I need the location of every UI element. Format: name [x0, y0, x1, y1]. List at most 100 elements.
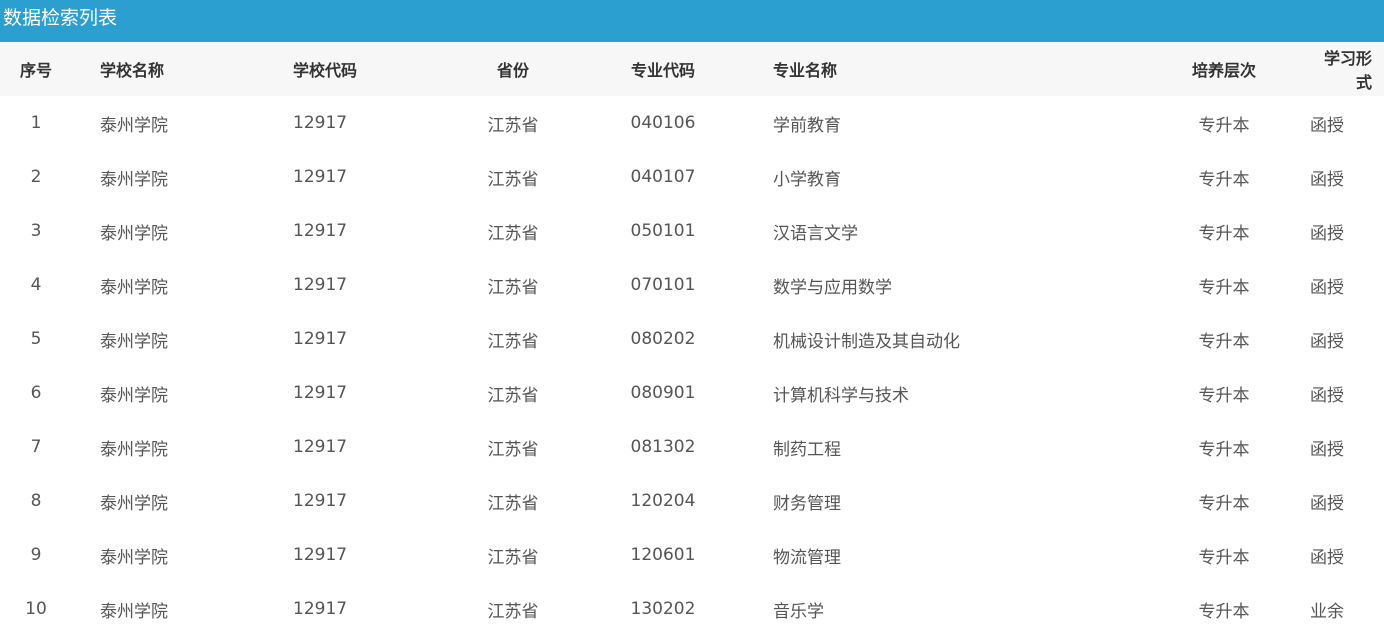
cell-study-form: 函授 [1310, 439, 1344, 460]
column-header-school-name: 学校名称 [100, 61, 165, 80]
cell-major-name: 制药工程 [773, 439, 841, 460]
cell-school-code: 12917 [293, 383, 348, 403]
cell-school-name: 泰州学院 [100, 277, 168, 298]
results-panel: 数据检索列表 序号 学校名称 学校代码 省份 专业代码 专业名称 培养层次 学习… [0, 0, 1384, 636]
column-header-study-form: 学习形式 [1323, 49, 1372, 92]
cell-major-code: 070101 [630, 275, 696, 295]
cell-level: 专升本 [1198, 385, 1250, 406]
table-header-row: 序号 学校名称 学校代码 省份 专业代码 专业名称 培养层次 学习形式 [0, 42, 1384, 96]
cell-major-code: 081302 [630, 437, 696, 457]
cell-study-form: 函授 [1310, 223, 1344, 244]
cell-major-code: 120601 [630, 545, 696, 565]
cell-study-form: 函授 [1310, 385, 1344, 406]
column-header-major-name: 专业名称 [773, 61, 838, 80]
cell-level: 专升本 [1198, 439, 1250, 460]
cell-school-name: 泰州学院 [100, 439, 168, 460]
cell-study-form: 函授 [1310, 493, 1344, 514]
column-header-seq: 序号 [19, 61, 52, 80]
table-row: 4 泰州学院 12917 江苏省 070101 数学与应用数学 专升本 函授 [0, 258, 1384, 312]
cell-province: 江苏省 [487, 601, 539, 622]
cell-study-form: 业余 [1310, 601, 1344, 622]
cell-level: 专升本 [1198, 331, 1250, 352]
cell-school-code: 12917 [293, 221, 348, 241]
cell-school-name: 泰州学院 [100, 331, 168, 352]
cell-seq: 3 [30, 221, 42, 241]
cell-province: 江苏省 [487, 331, 539, 352]
column-header-province: 省份 [496, 61, 529, 80]
cell-major-code: 080202 [630, 329, 696, 349]
cell-major-name: 财务管理 [773, 493, 841, 514]
table-row: 2 泰州学院 12917 江苏省 040107 小学教育 专升本 函授 [0, 150, 1384, 204]
cell-school-code: 12917 [293, 113, 348, 133]
cell-school-name: 泰州学院 [100, 601, 168, 622]
cell-study-form: 函授 [1310, 115, 1344, 136]
cell-school-code: 12917 [293, 491, 348, 511]
table-row: 8 泰州学院 12917 江苏省 120204 财务管理 专升本 函授 [0, 474, 1384, 528]
cell-major-code: 130202 [630, 599, 696, 619]
cell-level: 专升本 [1198, 169, 1250, 190]
cell-level: 专升本 [1198, 277, 1250, 298]
cell-major-name: 音乐学 [773, 601, 824, 622]
table-row: 5 泰州学院 12917 江苏省 080202 机械设计制造及其自动化 专升本 函授 [0, 312, 1384, 366]
table-row: 3 泰州学院 12917 江苏省 050101 汉语言文学 专升本 函授 [0, 204, 1384, 258]
cell-level: 专升本 [1198, 493, 1250, 514]
cell-level: 专升本 [1198, 601, 1250, 622]
cell-province: 江苏省 [487, 493, 539, 514]
cell-seq: 5 [30, 329, 42, 349]
table-body: 1 泰州学院 12917 江苏省 040106 学前教育 专升本 函授 2 泰州学院 12917 江苏… [0, 96, 1384, 636]
cell-major-code: 040107 [630, 167, 696, 187]
cell-school-name: 泰州学院 [100, 115, 168, 136]
column-header-major-code: 专业代码 [630, 61, 695, 80]
cell-province: 江苏省 [487, 439, 539, 460]
cell-school-code: 12917 [293, 437, 348, 457]
cell-major-name: 物流管理 [773, 547, 841, 568]
cell-major-code: 050101 [630, 221, 696, 241]
results-table: 序号 学校名称 学校代码 省份 专业代码 专业名称 培养层次 学习形式 1 泰州学… [0, 42, 1384, 636]
cell-province: 江苏省 [487, 223, 539, 244]
cell-major-name: 学前教育 [773, 115, 841, 136]
cell-school-code: 12917 [293, 545, 348, 565]
cell-seq: 8 [30, 491, 42, 511]
column-header-school-code: 学校代码 [293, 61, 358, 80]
cell-level: 专升本 [1198, 223, 1250, 244]
cell-seq: 10 [25, 599, 47, 619]
cell-school-name: 泰州学院 [100, 169, 168, 190]
cell-school-code: 12917 [293, 599, 348, 619]
table-row: 7 泰州学院 12917 江苏省 081302 制药工程 专升本 函授 [0, 420, 1384, 474]
cell-major-name: 汉语言文学 [773, 223, 858, 244]
panel-title: 数据检索列表 [0, 0, 1384, 42]
cell-school-code: 12917 [293, 167, 348, 187]
table-row: 6 泰州学院 12917 江苏省 080901 计算机科学与技术 专升本 函授 [0, 366, 1384, 420]
cell-major-code: 040106 [630, 113, 696, 133]
cell-seq: 7 [30, 437, 42, 457]
cell-seq: 9 [30, 545, 42, 565]
table-row: 1 泰州学院 12917 江苏省 040106 学前教育 专升本 函授 [0, 96, 1384, 150]
cell-major-code: 080901 [630, 383, 696, 403]
cell-level: 专升本 [1198, 115, 1250, 136]
cell-school-code: 12917 [293, 275, 348, 295]
cell-seq: 4 [30, 275, 42, 295]
cell-major-code: 120204 [630, 491, 696, 511]
cell-province: 江苏省 [487, 547, 539, 568]
column-header-level: 培养层次 [1191, 61, 1256, 80]
cell-level: 专升本 [1198, 547, 1250, 568]
cell-school-name: 泰州学院 [100, 223, 168, 244]
cell-study-form: 函授 [1310, 277, 1344, 298]
cell-study-form: 函授 [1310, 331, 1344, 352]
cell-province: 江苏省 [487, 169, 539, 190]
cell-school-code: 12917 [293, 329, 348, 349]
cell-province: 江苏省 [487, 115, 539, 136]
cell-province: 江苏省 [487, 277, 539, 298]
cell-school-name: 泰州学院 [100, 493, 168, 514]
cell-study-form: 函授 [1310, 169, 1344, 190]
table-row: 9 泰州学院 12917 江苏省 120601 物流管理 专升本 函授 [0, 528, 1384, 582]
table-row: 10 泰州学院 12917 江苏省 130202 音乐学 专升本 业余 [0, 582, 1384, 636]
cell-major-name: 小学教育 [773, 169, 841, 190]
cell-major-name: 计算机科学与技术 [773, 385, 909, 406]
cell-school-name: 泰州学院 [100, 385, 168, 406]
cell-seq: 2 [30, 167, 42, 187]
cell-study-form: 函授 [1310, 547, 1344, 568]
cell-major-name: 数学与应用数学 [773, 277, 892, 298]
cell-seq: 6 [30, 383, 42, 403]
cell-major-name: 机械设计制造及其自动化 [773, 331, 960, 352]
